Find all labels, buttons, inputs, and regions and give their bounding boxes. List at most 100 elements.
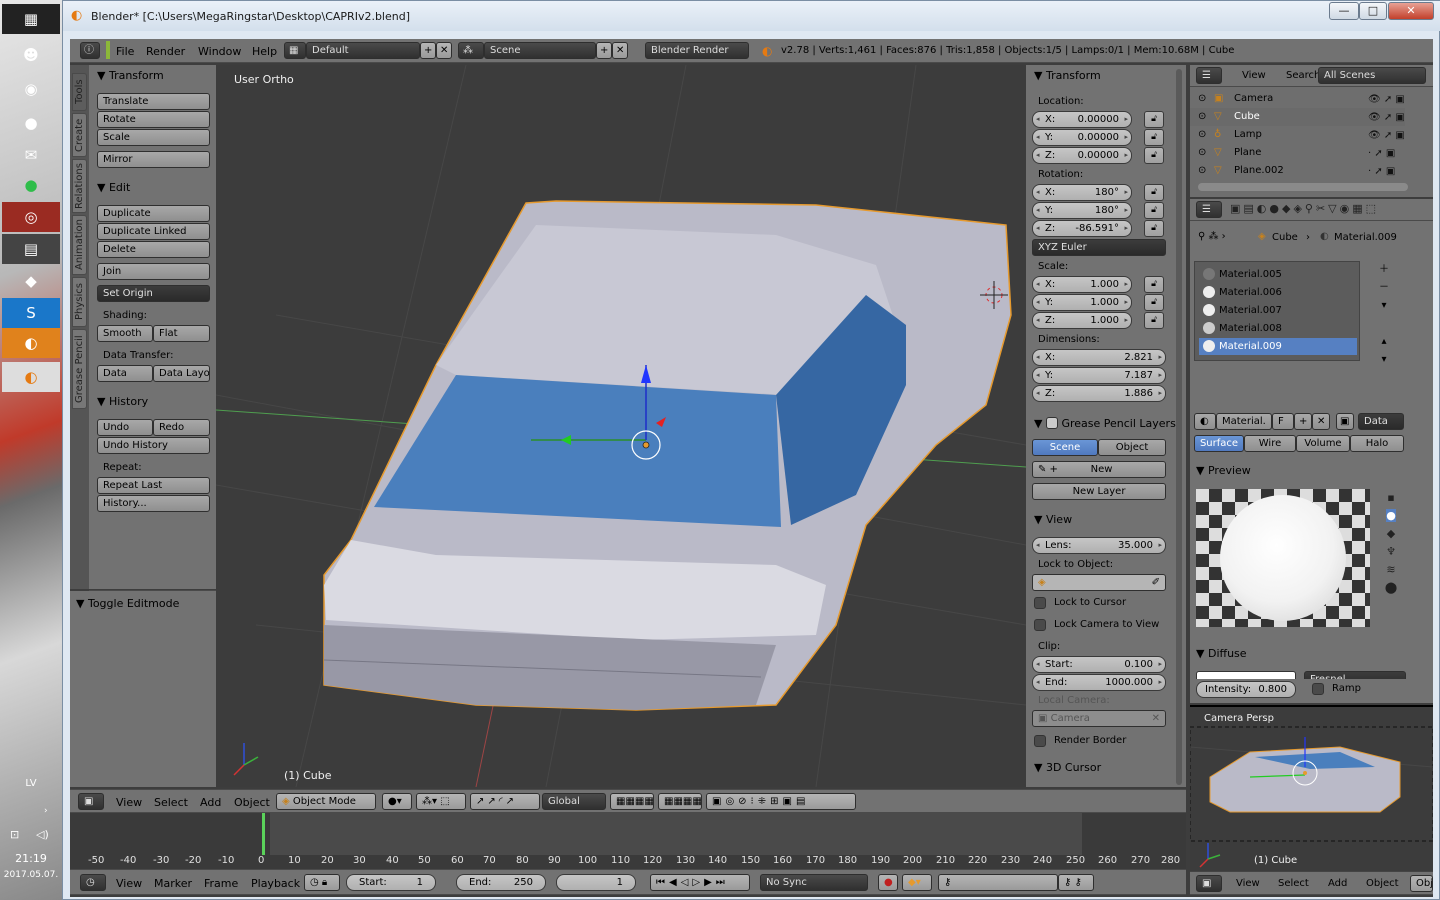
link-data-dropdown[interactable]: Data: [1358, 413, 1404, 430]
volume-icon[interactable]: ◁): [36, 828, 49, 841]
tab-create[interactable]: Create: [72, 113, 87, 157]
viewport-menu-view[interactable]: View: [116, 796, 142, 809]
lock-icon[interactable]: 🔓︎: [1144, 184, 1164, 201]
keyframe-insert-buttons[interactable]: ⚷ ⚷: [1058, 874, 1094, 891]
repeat-last-button[interactable]: Repeat Last: [97, 477, 210, 494]
tab-physics[interactable]: Physics: [72, 277, 87, 327]
menu-file[interactable]: File: [116, 45, 134, 58]
tab-halo[interactable]: Halo: [1350, 435, 1404, 452]
tab-animation[interactable]: Animation: [72, 215, 87, 275]
add-screen-button[interactable]: +: [420, 42, 436, 59]
playback-controls[interactable]: ⏮◀◁▷▶⏭: [650, 874, 750, 891]
current-frame-field[interactable]: 1: [556, 874, 636, 891]
viewport-menu-object[interactable]: Object: [234, 796, 270, 809]
lock-icon[interactable]: 🔓︎: [1144, 147, 1164, 164]
material-slot-selected[interactable]: Material.009: [1199, 338, 1357, 355]
lock-icon[interactable]: 🔓︎: [1144, 220, 1164, 237]
location-x-field[interactable]: ◂ X: 0.00000 ▸: [1032, 111, 1132, 128]
material-browse-icon[interactable]: ◐: [1194, 413, 1216, 430]
history-panel-title[interactable]: ▼ History: [97, 395, 148, 408]
scale-z-field[interactable]: ◂ Z: 1.000 ▸: [1032, 312, 1132, 329]
camera-menu-select[interactable]: Select: [1278, 878, 1309, 889]
shading-mode-dropdown[interactable]: ●▾: [382, 793, 412, 810]
camera-menu-object[interactable]: Object: [1366, 878, 1399, 889]
lock-icon[interactable]: 🔓︎: [1144, 111, 1164, 128]
tab-wire[interactable]: Wire: [1244, 435, 1296, 452]
scene-dropdown[interactable]: Scene: [484, 42, 596, 59]
camera-viewport[interactable]: Camera Persp (1) Cube: [1190, 705, 1433, 871]
lock-icon[interactable]: 🔓︎: [1144, 202, 1164, 219]
join-button[interactable]: Join: [97, 263, 210, 280]
gp-new-layer-button[interactable]: New Layer: [1032, 483, 1166, 500]
outliner-search-menu[interactable]: Search: [1286, 70, 1320, 81]
rotation-y-field[interactable]: ◂ Y: 180° ▸: [1032, 202, 1132, 219]
start-frame-field[interactable]: Start: 1: [346, 874, 436, 891]
screen-layout-icon[interactable]: ▦: [284, 42, 306, 59]
view-panel-title[interactable]: ▼ View: [1034, 513, 1072, 526]
preview-panel-title[interactable]: ▼ Preview: [1196, 464, 1251, 477]
tab-tools[interactable]: Tools: [72, 73, 87, 111]
minimize-button[interactable]: —: [1329, 2, 1359, 20]
timeline-menu-frame[interactable]: Frame: [204, 877, 238, 890]
pivot-snap-buttons[interactable]: ⁂▾ ⬚: [416, 793, 466, 810]
chevron-right-icon[interactable]: ›: [44, 806, 48, 816]
timeline-menu-marker[interactable]: Marker: [154, 877, 192, 890]
viewport-menu-add[interactable]: Add: [200, 796, 221, 809]
tab-relations[interactable]: Relations: [72, 159, 87, 213]
camera-mode-dropdown[interactable]: Obj: [1410, 875, 1433, 892]
fake-user-button[interactable]: F: [1272, 413, 1294, 430]
add-scene-button[interactable]: +: [596, 42, 612, 59]
outliner-restrict-icons[interactable]: 👁︎ ➚ ▣ 👁︎ ➚ ▣ 👁︎ ➚ ▣ · ➚ ▣ · ➚ ▣: [1368, 91, 1418, 179]
scene-icon[interactable]: ⁂: [458, 42, 484, 59]
lock-icon[interactable]: 🔓︎: [1144, 276, 1164, 293]
tab-grease-pencil[interactable]: Grease Pencil: [72, 329, 87, 409]
material-slot[interactable]: Material.008: [1199, 320, 1357, 337]
lens-field[interactable]: ◂ Lens: 35.000 ▸: [1032, 537, 1166, 554]
redo-button[interactable]: Redo: [153, 419, 210, 436]
chrome-icon[interactable]: ◎: [2, 202, 60, 232]
lock-icon[interactable]: 🔓︎: [1144, 312, 1164, 329]
3d-cursor-panel-title[interactable]: ▼ 3D Cursor: [1034, 761, 1101, 774]
outliner-editor-icon[interactable]: ☰: [1196, 67, 1222, 84]
slot-controls[interactable]: ＋－ ▾ ▴ ▾: [1376, 261, 1392, 393]
keying-set-field[interactable]: ⚷: [938, 874, 1058, 891]
grease-pencil-title[interactable]: ▼ Grease Pencil Layers: [1034, 415, 1176, 430]
grease-pencil-checkbox[interactable]: [1045, 417, 1058, 429]
pin-icon[interactable]: ⚲ ⁂ ›: [1198, 231, 1226, 242]
material-slot[interactable]: Material.005: [1199, 266, 1357, 283]
preview-range-buttons[interactable]: ◷ 🔒︎: [304, 874, 340, 891]
rotate-button[interactable]: Rotate: [97, 111, 210, 128]
delete-screen-button[interactable]: ✕: [436, 42, 452, 59]
gp-object-tab[interactable]: Object: [1098, 439, 1166, 456]
clip-start-field[interactable]: ◂ Start: 0.100 ▸: [1032, 656, 1166, 673]
app-icon[interactable]: ●: [2, 108, 60, 138]
menu-window[interactable]: Window: [198, 45, 241, 58]
language-indicator[interactable]: LV: [0, 778, 62, 789]
info-editor-icon[interactable]: ⓘ: [80, 42, 100, 59]
flat-button[interactable]: Flat: [153, 325, 210, 342]
mirror-button[interactable]: Mirror: [97, 151, 210, 168]
scale-x-field[interactable]: ◂ X: 1.000 ▸: [1032, 276, 1132, 293]
data-transfer-button[interactable]: Data: [97, 365, 153, 382]
blender-active-icon[interactable]: ◐: [2, 328, 60, 358]
current-frame-line[interactable]: [262, 813, 265, 855]
layers-grid-1[interactable]: ▦▦▦▦▦: [610, 793, 654, 810]
chrome-app-icon[interactable]: ◉: [2, 74, 60, 104]
undo-history-button[interactable]: Undo History: [97, 437, 210, 454]
clip-end-field[interactable]: ◂ End: 1000.000 ▸: [1032, 674, 1166, 691]
rotation-z-field[interactable]: ◂ Z: -86.591° ▸: [1032, 220, 1132, 237]
steam-icon[interactable]: ◆: [2, 266, 60, 296]
rotation-mode-dropdown[interactable]: XYZ Euler: [1032, 239, 1166, 256]
sync-mode-dropdown[interactable]: No Sync: [760, 874, 868, 891]
data-layout-button[interactable]: Data Layo: [153, 365, 210, 382]
delete-button[interactable]: Delete: [97, 241, 210, 258]
layers-grid-2[interactable]: ▦▦▦▦▦: [658, 793, 702, 810]
preview-shape-buttons[interactable]: ▪ ● ◆ ♆ ≋ ⬤: [1380, 489, 1402, 599]
end-frame-field[interactable]: End: 250: [456, 874, 546, 891]
record-button[interactable]: ●: [878, 874, 898, 891]
set-origin-dropdown[interactable]: Set Origin: [97, 285, 210, 302]
timeline-menu-playback[interactable]: Playback: [251, 877, 300, 890]
gp-new-button[interactable]: ✎ + New: [1032, 461, 1166, 478]
outliner-display-dropdown[interactable]: All Scenes: [1318, 67, 1426, 84]
gp-scene-tab[interactable]: Scene: [1032, 439, 1098, 456]
